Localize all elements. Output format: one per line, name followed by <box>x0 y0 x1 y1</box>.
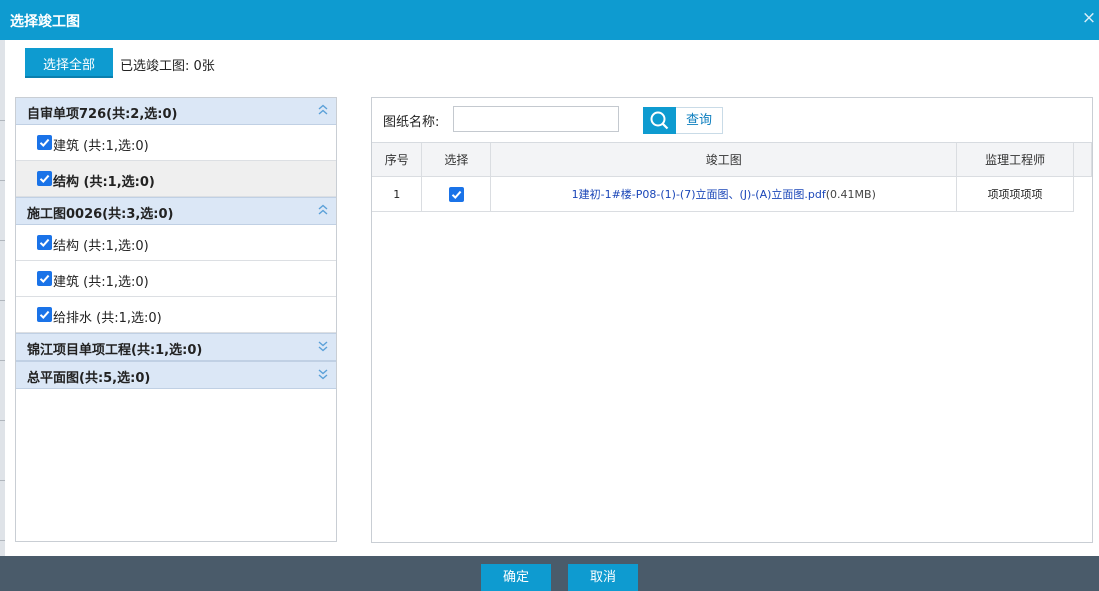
checkbox[interactable] <box>37 307 52 322</box>
chevron-up-icon[interactable] <box>317 203 329 217</box>
dialog-title: 选择竣工图 <box>10 14 80 30</box>
tree-item-label: 建筑 (共:1,选:0) <box>53 139 149 154</box>
tree-item[interactable]: 给排水 (共:1,选:0) <box>16 297 336 333</box>
group-label: 总平面图(共:5,选:0) <box>27 371 151 386</box>
tree-item-label: 建筑 (共:1,选:0) <box>53 275 149 290</box>
drawing-file-link[interactable]: 1建初-1#楼-P08-(1)-(7)立面图、(J)-(A)立面图.pdf <box>572 188 826 201</box>
group-label: 自审单项726(共:2,选:0) <box>27 107 178 122</box>
column-header-select: 选择 <box>421 143 492 177</box>
column-header-drawing: 竣工图 <box>490 143 958 177</box>
tree-item-label: 给排水 (共:1,选:0) <box>53 311 162 326</box>
checkbox[interactable] <box>37 171 52 186</box>
drawing-file-cell: 1建初-1#楼-P08-(1)-(7)立面图、(J)-(A)立面图.pdf(0.… <box>490 176 958 212</box>
search-label: 图纸名称: <box>383 115 440 130</box>
group-header[interactable]: 总平面图(共:5,选:0) <box>16 361 336 389</box>
tree-item[interactable]: 建筑 (共:1,选:0) <box>16 125 336 161</box>
selected-count-label: 已选竣工图: 0张 <box>120 59 215 74</box>
tree-item-label: 结构 (共:1,选:0) <box>53 239 149 254</box>
dialog-footer: 确定 取消 <box>0 556 1099 591</box>
group-header[interactable]: 自审单项726(共:2,选:0) <box>16 98 336 125</box>
row-index: 1 <box>372 176 423 212</box>
search-button-label[interactable]: 查询 <box>676 107 723 134</box>
group-label: 锦江项目单项工程(共:1,选:0) <box>27 343 203 358</box>
search-button[interactable]: 查询 <box>643 107 723 134</box>
checkbox[interactable] <box>37 271 52 286</box>
chevron-up-icon[interactable] <box>317 103 329 117</box>
confirm-button[interactable]: 确定 <box>481 564 551 591</box>
cancel-button[interactable]: 取消 <box>568 564 638 591</box>
row-select-cell <box>421 176 492 212</box>
tree-item[interactable]: 建筑 (共:1,选:0) <box>16 261 336 297</box>
background-window-edge <box>0 40 5 591</box>
drawing-list-panel: 图纸名称: 查询 序号 选择 竣工图 监理工程师 1 1建初-1#楼-P08-(… <box>371 97 1093 543</box>
group-header[interactable]: 施工图0026(共:3,选:0) <box>16 197 336 225</box>
table-header-row: 序号 选择 竣工图 监理工程师 <box>372 143 1092 177</box>
engineer-cell: 项项项项项 <box>956 176 1074 212</box>
column-header-index: 序号 <box>372 143 423 177</box>
column-header-engineer: 监理工程师 <box>956 143 1074 177</box>
drawing-table: 序号 选择 竣工图 监理工程师 1 1建初-1#楼-P08-(1)-(7)立面图… <box>372 143 1092 212</box>
chevron-down-icon[interactable] <box>317 367 329 381</box>
tree-item-label: 结构 (共:1,选:0) <box>53 175 155 190</box>
checkbox[interactable] <box>37 135 52 150</box>
dialog-title-bar: 选择竣工图 × <box>0 0 1099 40</box>
search-icon[interactable] <box>643 107 676 134</box>
drawing-name-input[interactable] <box>453 106 619 132</box>
row-checkbox[interactable] <box>448 186 464 202</box>
scrollbar-spacer <box>1074 177 1092 212</box>
select-all-button[interactable]: 选择全部 <box>25 48 113 78</box>
checkbox[interactable] <box>37 235 52 250</box>
group-label: 施工图0026(共:3,选:0) <box>27 207 174 222</box>
table-row[interactable]: 1 1建初-1#楼-P08-(1)-(7)立面图、(J)-(A)立面图.pdf(… <box>372 176 1092 212</box>
scrollbar-header-spacer <box>1073 143 1092 177</box>
tree-item[interactable]: 结构 (共:1,选:0) <box>16 225 336 261</box>
file-size: (0.41MB) <box>825 188 876 201</box>
close-icon[interactable]: × <box>1081 9 1097 27</box>
search-bar: 图纸名称: 查询 <box>372 98 1092 143</box>
group-header[interactable]: 锦江项目单项工程(共:1,选:0) <box>16 333 336 361</box>
chevron-down-icon[interactable] <box>317 339 329 353</box>
tree-item[interactable]: 结构 (共:1,选:0) <box>16 161 336 197</box>
category-tree-panel: 自审单项726(共:2,选:0) 建筑 (共:1,选:0) 结构 (共:1,选:… <box>15 97 337 542</box>
